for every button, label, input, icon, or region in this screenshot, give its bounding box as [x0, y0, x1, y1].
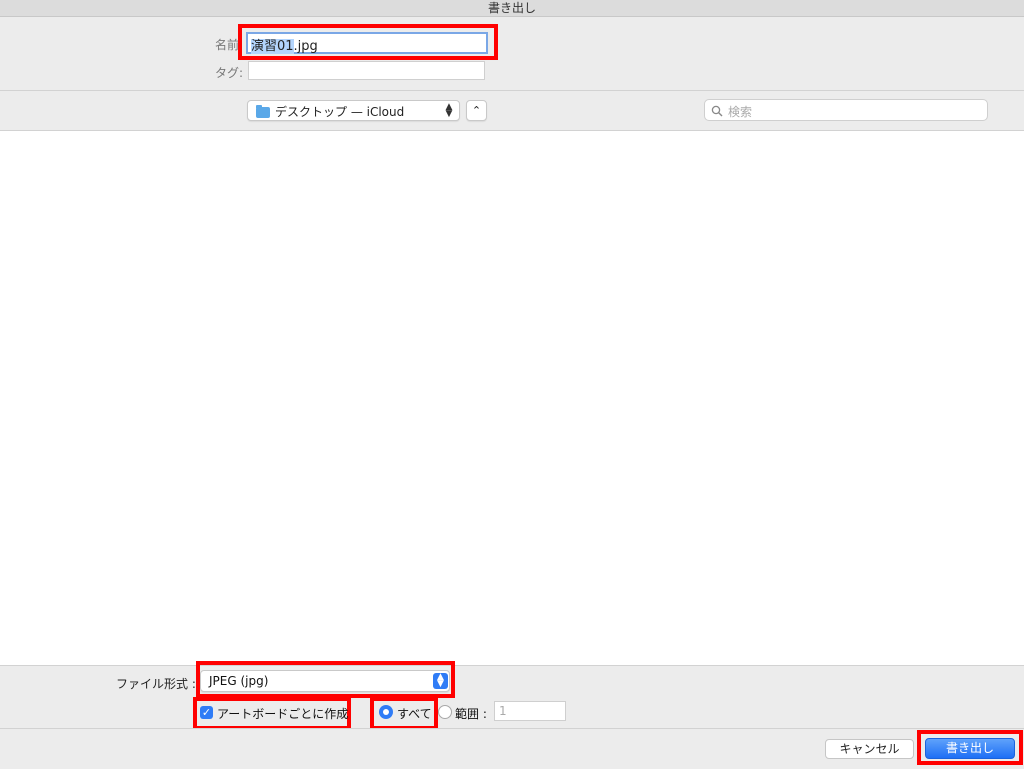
- cancel-button[interactable]: キャンセル: [825, 739, 914, 759]
- format-select[interactable]: JPEG (jpg) ▲ ▼: [200, 670, 450, 692]
- location-label: デスクトップ — iCloud: [275, 105, 405, 119]
- name-panel: [0, 17, 1024, 91]
- chevron-updown-icon: ▲ ▼: [445, 102, 453, 119]
- folder-icon: [256, 105, 270, 118]
- window-title-bar: 書き出し: [0, 0, 1024, 17]
- range-value: 1: [499, 704, 507, 718]
- export-button[interactable]: 書き出し: [925, 738, 1015, 759]
- format-label: ファイル形式 :: [116, 677, 196, 691]
- name-input[interactable]: 演習01.jpg: [246, 32, 488, 54]
- radio-range[interactable]: [438, 705, 452, 719]
- tags-label: タグ:: [215, 66, 244, 80]
- search-icon: [711, 105, 723, 117]
- export-button-label: 書き出し: [945, 741, 994, 755]
- artboard-checkbox[interactable]: ✓: [200, 706, 213, 719]
- name-selected-text: 演習01: [251, 39, 294, 54]
- location-popup[interactable]: デスクトップ — iCloud ▲ ▼: [247, 100, 460, 121]
- cancel-button-label: キャンセル: [839, 742, 900, 756]
- file-list[interactable]: [0, 131, 1024, 665]
- radio-all-label: すべて: [397, 707, 432, 721]
- search-placeholder: 検索: [728, 105, 753, 119]
- chevron-up-icon: ⌃: [471, 104, 482, 117]
- chevron-updown-icon: ▲ ▼: [433, 673, 448, 689]
- range-input[interactable]: 1: [494, 701, 566, 721]
- name-extension-text: .jpg: [293, 39, 318, 54]
- radio-all[interactable]: [379, 705, 393, 719]
- artboard-label: アートボードごとに作成: [217, 707, 349, 721]
- checkmark-icon: ✓: [201, 706, 212, 719]
- parent-folder-button[interactable]: ⌃: [466, 100, 487, 121]
- tags-input[interactable]: [248, 61, 485, 80]
- radio-range-label: 範囲 :: [455, 707, 487, 721]
- search-field[interactable]: 検索: [704, 99, 988, 121]
- window-title: 書き出し: [487, 1, 536, 15]
- format-value: JPEG (jpg): [209, 674, 269, 688]
